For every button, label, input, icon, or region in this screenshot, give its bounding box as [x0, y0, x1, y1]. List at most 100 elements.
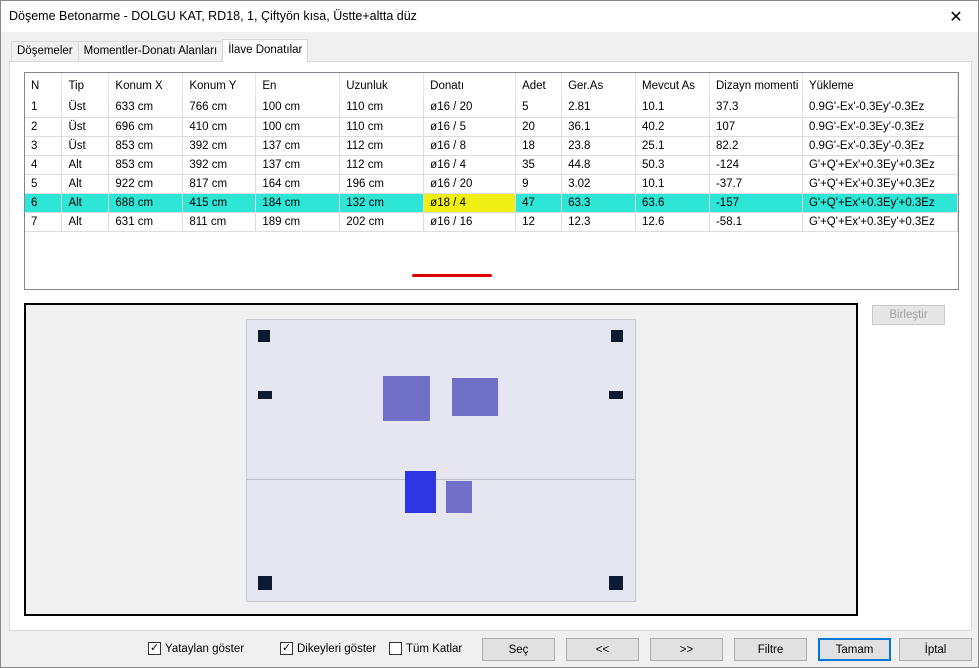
rebar-area[interactable] [446, 481, 472, 513]
table-cell: G'+Q'+Ex'+0.3Ey'+0.3Ez [802, 174, 958, 194]
table-cell: 63.3 [561, 193, 636, 213]
table-cell: 688 cm [108, 193, 184, 213]
table-cell: 23.8 [561, 136, 636, 156]
table-cell: 392 cm [182, 155, 257, 175]
dikey-goster-checkbox[interactable]: ✓ Dikeyleri göster [280, 642, 376, 655]
table-cell: 415 cm [182, 193, 257, 213]
table-cell: -157 [709, 193, 803, 213]
table-cell: 82.2 [709, 136, 803, 156]
column-header[interactable]: En [255, 73, 341, 98]
table-row[interactable]: 4 Alt 853 cm 392 cm 137 cm 112 cm ø16 / 4 35 44.… [25, 155, 958, 175]
window-title: Döşeme Betonarme - DOLGU KAT, RD18, 1, Ç… [9, 9, 417, 23]
table-cell: 196 cm [339, 174, 425, 194]
rebar-area[interactable] [383, 376, 430, 421]
column-top-left [258, 330, 270, 342]
table-cell: 132 cm [339, 193, 425, 213]
slab-plan-viewer[interactable] [24, 303, 858, 616]
table-cell: 137 cm [255, 155, 341, 175]
rebar-area-selected[interactable] [405, 471, 436, 513]
filtre-button[interactable]: Filtre [734, 638, 807, 661]
sec-button[interactable]: Seç [482, 638, 555, 661]
table-cell: Üst [61, 98, 110, 118]
table-row[interactable]: 3 Üst 853 cm 392 cm 137 cm 112 cm ø16 / 8 18 23.… [25, 136, 958, 156]
column-top-right [611, 330, 623, 342]
previous-button[interactable]: << [566, 638, 639, 661]
table-cell: ø16 / 20 [423, 98, 517, 118]
table-cell: 766 cm [182, 98, 257, 118]
table-row[interactable]: 6 Alt 688 cm 415 cm 184 cm 132 cm ø18 / 4 47 63.… [25, 193, 958, 213]
column-header[interactable]: Yükleme [802, 73, 958, 98]
slab-midline [247, 479, 635, 480]
table-cell: 631 cm [108, 212, 184, 232]
column-header[interactable]: N [25, 73, 63, 98]
column-header[interactable]: Adet [515, 73, 563, 98]
column-header[interactable]: Ger.As [561, 73, 636, 98]
table-cell: 0.9G'-Ex'-0.3Ey'-0.3Ez [802, 117, 958, 137]
table-cell: 4 [25, 155, 63, 175]
birlestir-button[interactable]: Birleştir [872, 305, 945, 325]
table-cell: 47 [515, 193, 563, 213]
column-bottom-left [258, 576, 272, 590]
tab-dosemeler[interactable]: Döşemeler [11, 41, 79, 61]
iptal-button[interactable]: İptal [899, 638, 972, 661]
slab-outline [246, 319, 636, 602]
table-cell: -124 [709, 155, 803, 175]
column-header[interactable]: Tip [61, 73, 110, 98]
table-row[interactable]: 5 Alt 922 cm 817 cm 164 cm 196 cm ø16 / 20 9 3.0… [25, 174, 958, 194]
table-cell: ø18 / 4 [423, 193, 517, 213]
column-mid-right [609, 391, 623, 399]
table-cell: 110 cm [339, 98, 425, 118]
tab-momentler-donati-alanlari[interactable]: Momentler-Donatı Alanları [77, 41, 224, 61]
table-cell: 63.6 [635, 193, 710, 213]
rebar-area[interactable] [452, 378, 498, 416]
table-cell: 10.1 [635, 174, 710, 194]
table-cell: 2 [25, 117, 63, 137]
tab-panel: N Tip Konum X Konum Y En Uzunluk Donatı Adet Ger… [9, 61, 972, 631]
tum-katlar-checkbox[interactable]: Tüm Katlar [389, 642, 462, 655]
table-cell: ø16 / 4 [423, 155, 517, 175]
tab-ilave-donatilar[interactable]: İlave Donatılar [222, 39, 309, 62]
table-cell: G'+Q'+Ex'+0.3Ey'+0.3Ez [802, 193, 958, 213]
next-button[interactable]: >> [650, 638, 723, 661]
table-cell: 853 cm [108, 136, 184, 156]
table-cell: 5 [515, 98, 563, 118]
reinforcement-list[interactable]: N Tip Konum X Konum Y En Uzunluk Donatı Adet Ger… [24, 72, 959, 290]
yatay-goster-checkbox[interactable]: ✓ Yataylan göster [148, 642, 244, 655]
column-header[interactable]: Uzunluk [339, 73, 425, 98]
checkbox-label: Tüm Katlar [406, 642, 463, 655]
tamam-button[interactable]: Tamam [818, 638, 891, 661]
table-cell: 0.9G'-Ex'-0.3Ey'-0.3Ez [802, 136, 958, 156]
table-cell: 0.9G'-Ex'-0.3Ey'-0.3Ez [802, 98, 958, 118]
table-cell: Alt [61, 155, 110, 175]
table-cell: 50.3 [635, 155, 710, 175]
table-row[interactable]: 7 Alt 631 cm 811 cm 189 cm 202 cm ø16 / 16 12 12… [25, 212, 958, 232]
table-cell: Alt [61, 174, 110, 194]
table-cell: ø16 / 20 [423, 174, 517, 194]
table-cell: 633 cm [108, 98, 184, 118]
table-cell: 3 [25, 136, 63, 156]
checkbox-label: Dikeyleri göster [297, 642, 377, 655]
table-cell: 817 cm [182, 174, 257, 194]
table-row[interactable]: 2 Üst 696 cm 410 cm 100 cm 110 cm ø16 / 5 20 36.… [25, 117, 958, 137]
table-cell: G'+Q'+Ex'+0.3Ey'+0.3Ez [802, 155, 958, 175]
column-header[interactable]: Mevcut As [635, 73, 710, 98]
table-cell: -37.7 [709, 174, 803, 194]
close-icon[interactable]: ✕ [934, 1, 978, 32]
column-header[interactable]: Konum Y [182, 73, 257, 98]
table-cell: 100 cm [255, 117, 341, 137]
check-icon: ✓ [148, 642, 161, 655]
table-cell: 9 [515, 174, 563, 194]
table-cell: 37.3 [709, 98, 803, 118]
column-header[interactable]: Konum X [108, 73, 184, 98]
table-row[interactable]: 1 Üst 633 cm 766 cm 100 cm 110 cm ø16 / 20 5 2.8… [25, 98, 958, 118]
reinforcement-table: N Tip Konum X Konum Y En Uzunluk Donatı Adet Ger… [25, 73, 958, 232]
column-header[interactable]: Dizayn momenti [709, 73, 803, 98]
table-cell: 36.1 [561, 117, 636, 137]
table-header: N Tip Konum X Konum Y En Uzunluk Donatı Adet Ger… [25, 73, 958, 98]
red-underline-annotation [412, 274, 492, 277]
table-cell: 164 cm [255, 174, 341, 194]
table-cell: 44.8 [561, 155, 636, 175]
column-header[interactable]: Donatı [423, 73, 517, 98]
table-cell: 107 [709, 117, 803, 137]
checkbox-label: Yataylan göster [165, 642, 245, 655]
